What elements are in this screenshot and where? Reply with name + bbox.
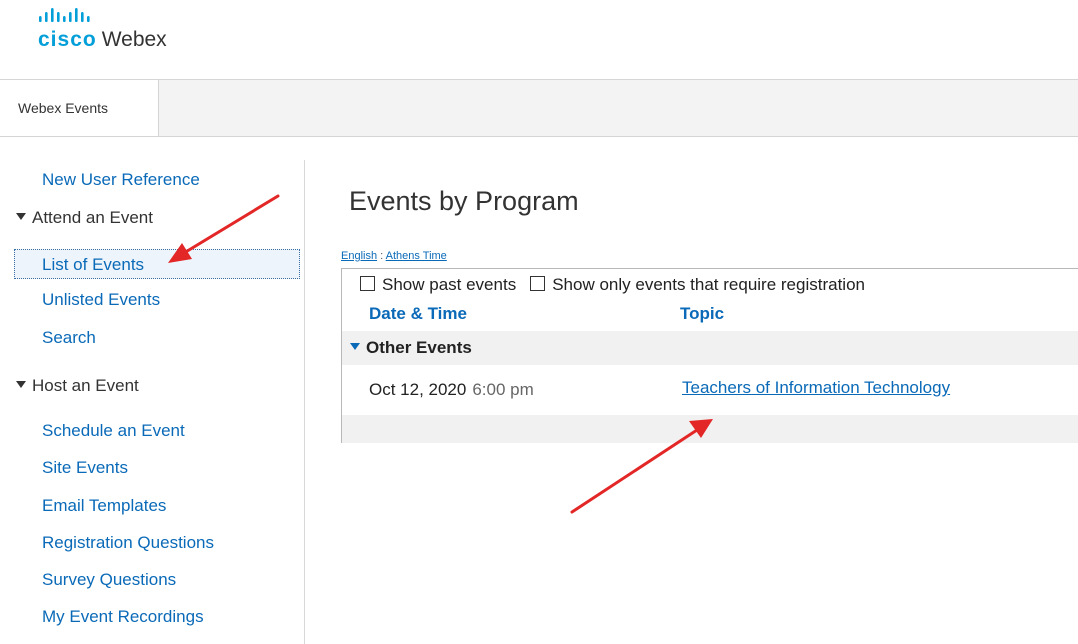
sidebar-item-search[interactable]: Search [42,327,96,349]
column-header-topic[interactable]: Topic [680,303,724,325]
filter-bar: Show past events Show only events that re… [360,275,865,297]
collapse-triangle-icon [350,343,360,350]
panel-footer [342,415,1078,443]
locale-separator: : [380,250,384,262]
event-topic-link[interactable]: Teachers of Information Technology [682,378,950,398]
sidebar-item-email-templates[interactable]: Email Templates [42,495,166,517]
sidebar-item-my-event-recordings[interactable]: My Event Recordings [42,606,204,628]
sidebar-item-survey-questions[interactable]: Survey Questions [42,569,176,591]
sidebar-item-schedule-an-event[interactable]: Schedule an Event [42,420,185,442]
group-name: Other Events [366,338,472,357]
logo-wordmark: cisco Webex [38,28,167,52]
cisco-webex-logo: cisco Webex [38,6,238,66]
event-date: Oct 12, 2020 [369,380,467,399]
tab-bar: Webex Events [0,80,1078,137]
page-title: Events by Program [349,186,579,216]
sidebar-nav: New User Reference Attend an Event List … [0,160,305,644]
sidebar-section-host[interactable]: Host an Event [16,375,139,397]
collapse-triangle-icon [16,213,26,220]
table-row: Oct 12, 2020 6:00 pm Teachers of Informat… [342,365,1078,415]
language-link[interactable]: English [341,250,377,262]
event-datetime: Oct 12, 2020 6:00 pm [369,380,534,400]
sidebar-item-site-events[interactable]: Site Events [42,457,128,479]
sidebar-section-label: Host an Event [32,376,139,395]
locale-bar: English : Athens Time [341,249,447,263]
show-registration-events-checkbox[interactable] [530,276,546,291]
events-panel: Show past events Show only events that re… [341,268,1078,443]
logo-webex-text: Webex [101,28,167,51]
collapse-triangle-icon [16,381,26,388]
sidebar-item-list-of-events[interactable]: List of Events [14,249,300,279]
show-past-events-label[interactable]: Show past events [382,275,516,294]
column-header-date-time[interactable]: Date & Time [369,303,467,325]
show-registration-events-label[interactable]: Show only events that require registrati… [552,275,865,294]
event-time: 6:00 pm [472,380,534,399]
tab-webex-events[interactable]: Webex Events [0,80,159,136]
logo-cisco-text: cisco [38,28,97,51]
sidebar-item-unlisted-events[interactable]: Unlisted Events [42,289,160,311]
cisco-bars-icon [39,8,90,22]
group-header-other-events[interactable]: Other Events [342,331,1078,365]
show-past-events-checkbox[interactable] [360,276,375,291]
sidebar-item-new-user-reference[interactable]: New User Reference [42,169,200,191]
sidebar-section-attend[interactable]: Attend an Event [16,207,153,229]
sidebar-item-registration-questions[interactable]: Registration Questions [42,532,214,554]
sidebar-section-label: Attend an Event [32,208,153,227]
timezone-link[interactable]: Athens Time [386,250,447,262]
